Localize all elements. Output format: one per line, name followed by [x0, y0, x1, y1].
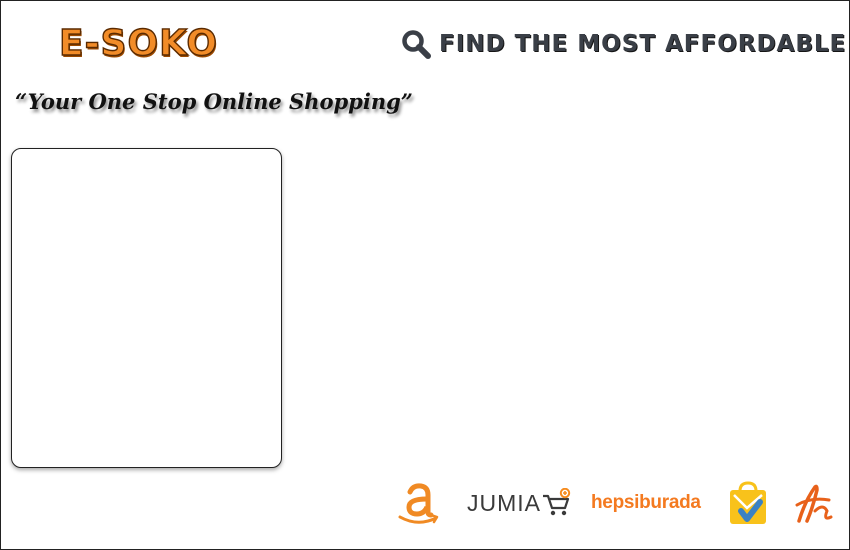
search-label[interactable]: Find the most affordable [439, 31, 846, 57]
hepsiburada-text: hepsiburada [591, 492, 701, 513]
product-panel [11, 148, 282, 468]
jumia-logo[interactable]: JUMIA [467, 479, 579, 527]
page-frame: E-SOKO “Your One Stop Online Shopping” F… [0, 0, 850, 550]
site-logo[interactable]: E-SOKO [58, 22, 218, 64]
aliexpress-logo[interactable] [793, 479, 837, 527]
partner-logos: JUMIA hepsiburada [397, 479, 837, 527]
tagline: “Your One Stop Online Shopping” [15, 89, 413, 114]
cart-icon [543, 488, 571, 516]
search-bar[interactable]: Find the most affordable [401, 29, 846, 59]
amazon-logo[interactable] [397, 479, 443, 527]
shopping-bag-logo[interactable] [727, 479, 771, 527]
hepsiburada-logo[interactable]: hepsiburada [591, 479, 715, 527]
search-icon[interactable] [401, 29, 431, 59]
jumia-text: JUMIA [467, 489, 541, 516]
